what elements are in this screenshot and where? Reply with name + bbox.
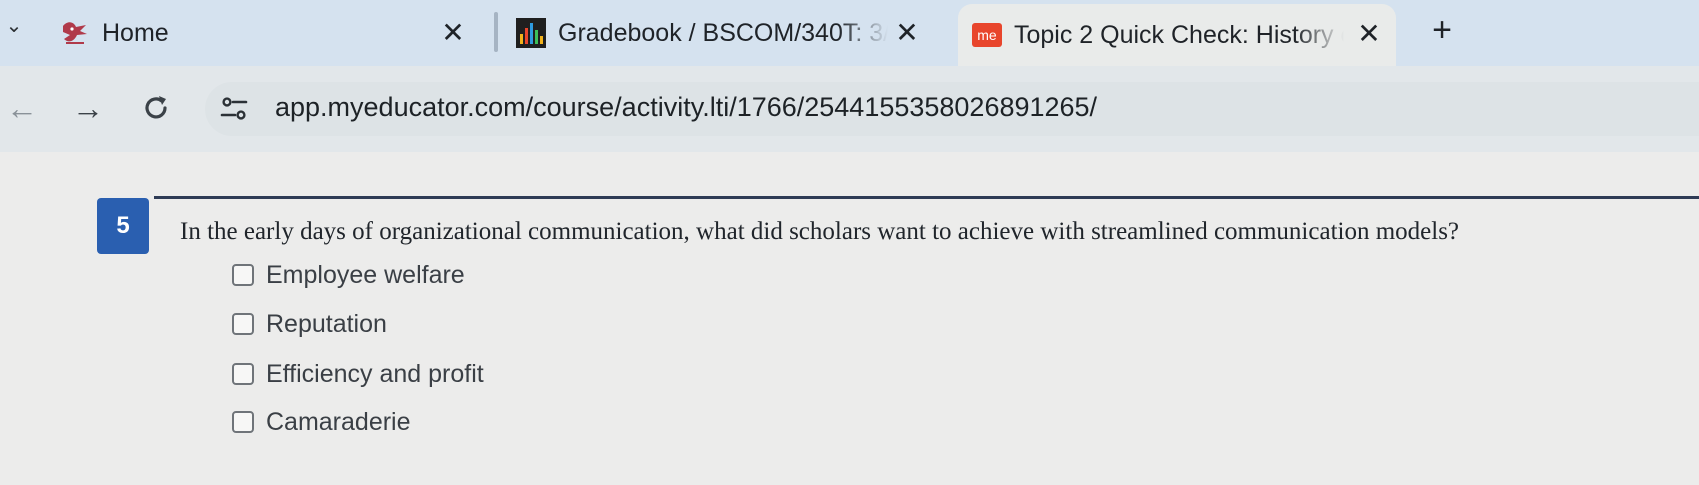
bird-logo-icon: [60, 18, 90, 48]
checkbox[interactable]: [232, 411, 254, 433]
option-label: Camaraderie: [266, 407, 411, 436]
checkbox[interactable]: [232, 313, 254, 335]
close-tab-icon[interactable]: ✕: [890, 16, 924, 50]
browser-window: ⌄ Home ✕ Gradebook / BSCOM/340T: 3/1 ✕ m…: [0, 0, 1699, 485]
option-label: Employee welfare: [266, 260, 465, 289]
url-text: app.myeducator.com/course/activity.lti/1…: [275, 92, 1098, 122]
address-bar[interactable]: app.myeducator.com/course/activity.lti/1…: [205, 82, 1699, 136]
tab-separator: [494, 12, 498, 52]
tab-title: Home: [102, 18, 169, 47]
reload-icon[interactable]: [134, 86, 178, 130]
myeducator-favicon-text: me: [977, 27, 997, 43]
tab-strip: ⌄ Home ✕ Gradebook / BSCOM/340T: 3/1 ✕ m…: [0, 0, 1699, 66]
close-tab-icon[interactable]: ✕: [436, 16, 470, 50]
option-label: Reputation: [266, 309, 387, 338]
question-divider: [154, 196, 1699, 199]
site-settings-icon[interactable]: [219, 94, 249, 124]
answer-option-camaraderie[interactable]: Camaraderie: [232, 405, 411, 439]
quiz-page: 5 In the early days of organizational co…: [0, 152, 1699, 485]
question-number-badge: 5: [97, 198, 149, 254]
tab-gradebook[interactable]: Gradebook / BSCOM/340T: 3/1 ✕: [516, 6, 934, 60]
tab-home[interactable]: Home ✕: [60, 6, 480, 60]
tab-title: Topic 2 Quick Check: History of: [1014, 20, 1344, 49]
close-tab-icon[interactable]: ✕: [1352, 17, 1386, 51]
answer-option-employee-welfare[interactable]: Employee welfare: [232, 258, 465, 292]
myeducator-icon: me: [972, 20, 1002, 50]
tab-topic-quick-check[interactable]: me Topic 2 Quick Check: History of ✕: [958, 4, 1396, 66]
checkbox[interactable]: [232, 363, 254, 385]
tab-title: Gradebook / BSCOM/340T: 3/1: [558, 18, 888, 47]
answer-option-reputation[interactable]: Reputation: [232, 307, 387, 341]
forward-arrow-icon[interactable]: →: [66, 86, 110, 130]
new-tab-button[interactable]: +: [1424, 12, 1460, 48]
checkbox[interactable]: [232, 264, 254, 286]
question-text: In the early days of organizational comm…: [180, 218, 1460, 245]
option-label: Efficiency and profit: [266, 359, 484, 388]
browser-toolbar: ← → app.myeducator.com/course/activity.l…: [0, 66, 1699, 152]
answer-option-efficiency-and-profit[interactable]: Efficiency and profit: [232, 357, 484, 391]
bar-chart-icon: [516, 18, 546, 48]
back-arrow-icon[interactable]: ←: [0, 86, 44, 130]
tab-search-chevron-icon[interactable]: ⌄: [2, 14, 26, 38]
